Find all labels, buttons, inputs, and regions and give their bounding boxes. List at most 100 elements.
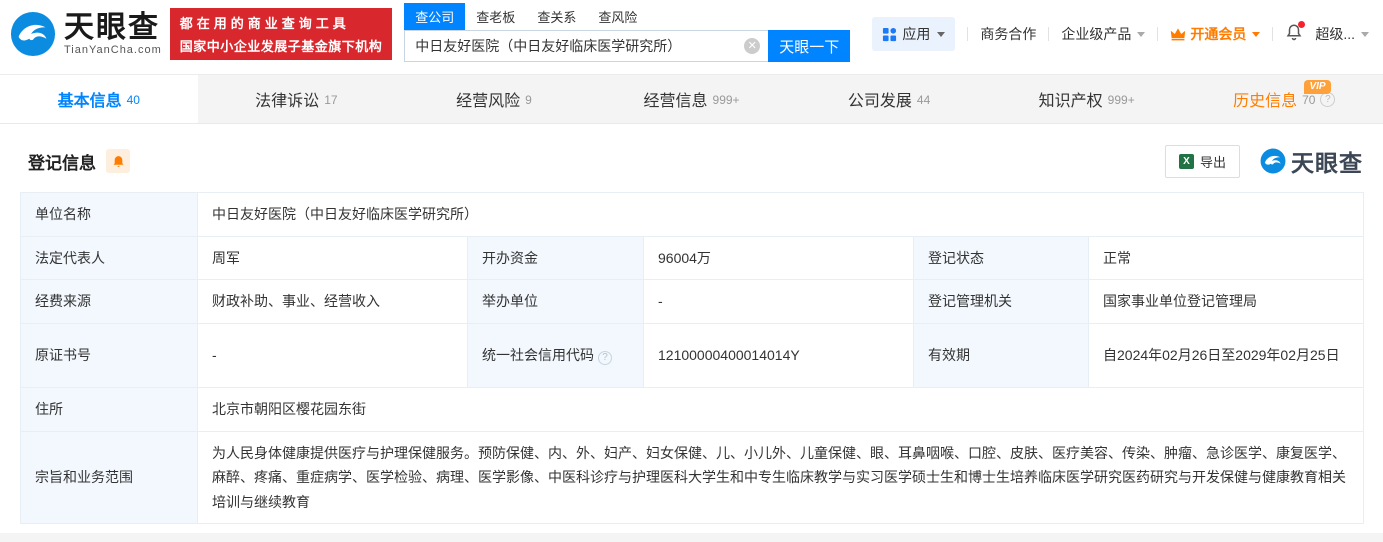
page: 天眼查 TianYanCha.com 都在用的商业查询工具 国家中小企业发展子基… xyxy=(0,0,1383,542)
table-row: 宗旨和业务范围 为人民身体健康提供医疗与护理保健服务。预防保健、内、外、妇产、妇… xyxy=(20,430,1364,524)
tab-count: 999+ xyxy=(1107,93,1135,107)
tab-count: 44 xyxy=(916,93,931,107)
field-label: 法定代表人 xyxy=(20,235,198,280)
tab-label: 基本信息 xyxy=(57,93,122,110)
tab-count: 70 xyxy=(1302,93,1316,107)
help-icon[interactable]: ? xyxy=(598,350,612,365)
nav-divider xyxy=(1272,27,1274,41)
watermark-brand: 天眼查 xyxy=(1291,150,1363,176)
search-tab-relation[interactable]: 查关系 xyxy=(526,3,587,30)
field-value: 中日友好医院（中日友好临床医学研究所） xyxy=(197,192,1364,237)
export-button[interactable]: X 导出 xyxy=(1164,144,1240,178)
apps-menu-label: 应用 xyxy=(902,26,931,42)
field-value: 12100000400014014Y xyxy=(643,322,914,388)
tab-label: 公司发展 xyxy=(847,93,912,110)
notifications-bell[interactable] xyxy=(1285,20,1306,46)
monitor-bell-button[interactable] xyxy=(106,149,130,173)
tab-count: 9 xyxy=(525,93,532,107)
nav-item-open-vip[interactable]: 开通会员 xyxy=(1170,24,1261,44)
chevron-down-icon xyxy=(1137,31,1146,37)
section-title: 登记信息 xyxy=(28,153,96,173)
field-label: 有效期 xyxy=(913,322,1089,388)
field-label: 经费来源 xyxy=(20,279,198,324)
nav-item-business-cooperation[interactable]: 商务合作 xyxy=(980,24,1036,44)
logo-brand: 天眼查 xyxy=(64,10,160,44)
tab-intellectual-property[interactable]: 知识产权 999+ xyxy=(988,75,1186,123)
nav-item-account[interactable]: 超级... xyxy=(1315,24,1369,44)
registration-section-header: 登记信息 X 导出 天眼查 xyxy=(0,124,1383,192)
export-label: 导出 xyxy=(1199,154,1226,170)
tab-label: 法律诉讼 xyxy=(255,93,320,110)
field-value: 为人民身体健康提供医疗与护理保健服务。预防保健、内、外、妇产、妇女保健、儿、小儿… xyxy=(197,430,1364,524)
search-tab-company[interactable]: 查公司 xyxy=(404,3,466,30)
bell-icon xyxy=(113,155,123,167)
tab-basic-info[interactable]: 基本信息 40 xyxy=(0,75,198,123)
tab-company-development[interactable]: 公司发展 44 xyxy=(790,75,988,123)
nav-label: 开通会员 xyxy=(1190,26,1247,42)
search-input-wrap: ✕ xyxy=(404,30,769,62)
field-value: 96004万 xyxy=(643,235,914,280)
table-row: 法定代表人 周军 开办资金 96004万 登记状态 正常 xyxy=(20,235,1364,280)
tab-count: 40 xyxy=(126,93,140,107)
field-label: 宗旨和业务范围 xyxy=(20,430,198,524)
search-box: ✕ 天眼一下 xyxy=(404,30,851,62)
crown-icon xyxy=(1171,28,1186,41)
section-actions: X 导出 天眼查 xyxy=(1164,144,1363,178)
nav-item-enterprise-products[interactable]: 企业级产品 xyxy=(1061,24,1146,44)
search-tabs: 查公司 查老板 查关系 查风险 xyxy=(404,3,850,30)
field-label: 原证书号 xyxy=(20,322,198,388)
apps-menu[interactable]: 应用 xyxy=(872,17,956,51)
tab-label: 经营信息 xyxy=(643,93,708,110)
chevron-down-icon xyxy=(937,31,946,37)
company-tabbar: 基本信息 40 法律诉讼 17 经营风险 9 经营信息 999+ 公司发展 44… xyxy=(0,74,1383,124)
notification-dot xyxy=(1298,20,1306,28)
tianyancha-swirl-icon xyxy=(10,11,56,57)
field-value: - xyxy=(197,322,468,388)
tab-history-info[interactable]: VIP 历史信息 70 ? xyxy=(1185,75,1383,123)
field-value: 国家事业单位登记管理局 xyxy=(1088,279,1364,324)
account-label: 超级... xyxy=(1315,26,1355,42)
tab-business-info[interactable]: 经营信息 999+ xyxy=(593,75,791,123)
search-tab-risk[interactable]: 查风险 xyxy=(587,3,648,30)
vip-badge: VIP xyxy=(1304,80,1331,94)
tab-operating-risk[interactable]: 经营风险 9 xyxy=(395,75,593,123)
search-tab-boss[interactable]: 查老板 xyxy=(465,3,526,30)
logo-text: 天眼查 TianYanCha.com xyxy=(64,10,162,56)
nav-divider xyxy=(1157,27,1159,41)
promo-banner-line1: 都在用的商业查询工具 xyxy=(179,16,350,31)
search-button[interactable]: 天眼一下 xyxy=(768,30,851,62)
logo-domain: TianYanCha.com xyxy=(64,43,162,56)
field-label: 住所 xyxy=(20,386,198,432)
tab-label: 知识产权 xyxy=(1038,93,1103,110)
field-label: 登记状态 xyxy=(913,235,1089,280)
tab-count: 999+ xyxy=(712,93,740,107)
tab-label: 经营风险 xyxy=(456,93,521,110)
excel-icon: X xyxy=(1178,153,1194,169)
field-value: 周军 xyxy=(197,235,468,280)
top-nav: 应用 商务合作 企业级产品 开通会员 超级... xyxy=(872,17,1369,51)
table-row: 单位名称 中日友好医院（中日友好临床医学研究所） xyxy=(20,192,1364,237)
site-header: 天眼查 TianYanCha.com 都在用的商业查询工具 国家中小企业发展子基… xyxy=(0,0,1383,74)
tianyancha-watermark: 天眼查 xyxy=(1260,144,1363,178)
registration-table: 单位名称 中日友好医院（中日友好临床医学研究所） 法定代表人 周军 开办资金 9… xyxy=(20,192,1364,524)
nav-divider xyxy=(1048,27,1050,41)
tianyancha-logo[interactable]: 天眼查 TianYanCha.com xyxy=(10,11,162,57)
tab-legal-litigation[interactable]: 法律诉讼 17 xyxy=(198,75,396,123)
nav-divider xyxy=(967,27,969,41)
chevron-down-icon xyxy=(1361,31,1369,37)
table-row: 住所 北京市朝阳区樱花园东街 xyxy=(20,386,1364,432)
field-label: 登记管理机关 xyxy=(913,279,1089,324)
field-value: 北京市朝阳区樱花园东街 xyxy=(197,386,1364,432)
field-label: 单位名称 xyxy=(20,192,198,237)
tab-count: 17 xyxy=(324,93,338,107)
field-label: 开办资金 xyxy=(467,235,644,280)
chevron-down-icon xyxy=(1252,31,1261,37)
page-bottom-strip xyxy=(0,533,1383,542)
field-value: 财政补助、事业、经营收入 xyxy=(197,279,468,324)
nav-label: 商务合作 xyxy=(980,26,1037,42)
promo-banner: 都在用的商业查询工具 国家中小企业发展子基金旗下机构 xyxy=(169,8,393,60)
field-value: - xyxy=(643,279,914,324)
search-input[interactable] xyxy=(404,30,769,62)
field-label: 举办单位 xyxy=(467,279,644,324)
tianyancha-swirl-icon xyxy=(1260,148,1286,174)
